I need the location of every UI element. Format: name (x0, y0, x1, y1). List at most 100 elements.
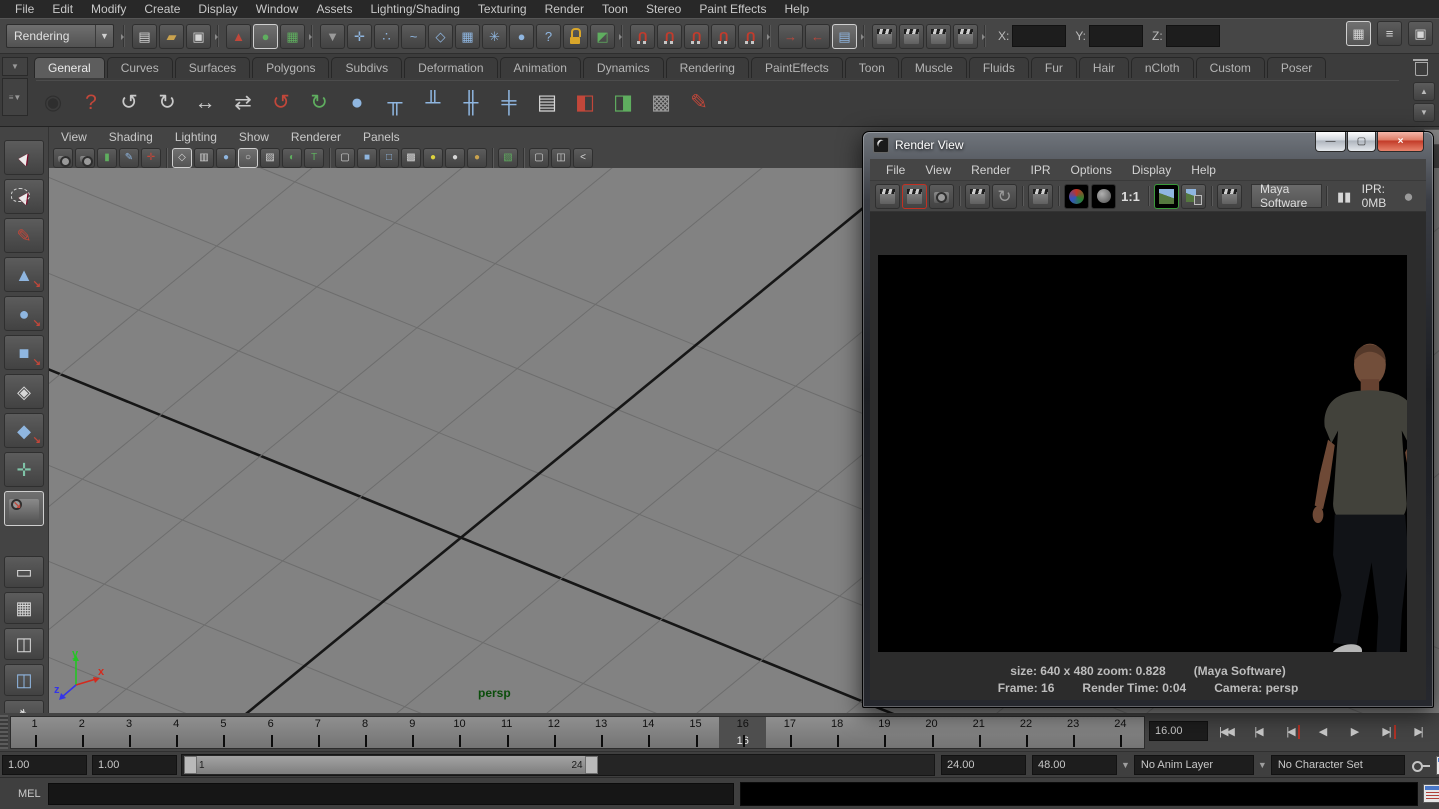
menu-assets[interactable]: Assets (307, 1, 361, 17)
wireframe-mode-icon[interactable]: ◇ (172, 148, 192, 168)
shelf-tab-painteffects[interactable]: PaintEffects (751, 57, 843, 78)
playback-end-field[interactable]: 24.00 (941, 755, 1026, 775)
character-set-selector[interactable]: No Character Set (1271, 755, 1405, 775)
animation-start-field[interactable]: 1.00 (2, 755, 87, 775)
go-to-end-icon[interactable]: ▶▶| (1435, 718, 1439, 746)
flat-lighting-icon[interactable]: ● (467, 148, 487, 168)
shelf-tab-deformation[interactable]: Deformation (404, 57, 497, 78)
share-view-icon[interactable]: < (573, 148, 593, 168)
coord-x-input[interactable] (1012, 25, 1066, 47)
range-slider[interactable]: 1 24 (181, 754, 935, 776)
menu-file[interactable]: File (6, 1, 43, 17)
render-canvas-area[interactable]: size: 640 x 480 zoom: 0.828 (Maya Softwa… (870, 211, 1426, 700)
checker-shade-icon[interactable]: ▩ (401, 148, 421, 168)
channel-box-icon[interactable]: ▦ (1346, 21, 1371, 46)
shelf-item-menu-icon[interactable]: ≡▼ (2, 78, 28, 116)
xray-mode-icon[interactable]: ▨ (260, 148, 280, 168)
textured-mode-icon[interactable]: T (304, 148, 324, 168)
layout-outliner-persp-icon[interactable]: ◫ (4, 628, 44, 660)
frame-selection-icon[interactable]: ◫ (551, 148, 571, 168)
shelf-tab-fluids[interactable]: Fluids (969, 57, 1029, 78)
menu-modify[interactable]: Modify (82, 1, 135, 17)
range-start-handle[interactable] (184, 756, 197, 774)
save-scene-icon[interactable]: ▣ (186, 24, 211, 49)
lock-selection-icon[interactable] (563, 24, 588, 49)
shelf-tab-animation[interactable]: Animation (500, 57, 581, 78)
command-line-language-label[interactable]: MEL (18, 788, 48, 800)
mask-surfaces-icon[interactable]: ◇ (428, 24, 453, 49)
group-separator[interactable] (214, 23, 223, 49)
step-back-one-frame-icon[interactable]: |◀ (1275, 718, 1305, 746)
menu-texturing[interactable]: Texturing (469, 1, 536, 17)
play-backwards-icon[interactable]: ◀ (1307, 718, 1337, 746)
ipr-status-indicator-icon[interactable]: ● (1396, 184, 1421, 209)
coord-z-input[interactable] (1166, 25, 1220, 47)
group-separator[interactable] (860, 23, 869, 49)
go-to-start-icon[interactable]: |◀◀ (1211, 718, 1241, 746)
shelf-tab-rendering[interactable]: Rendering (666, 57, 749, 78)
current-time-field[interactable]: 16.00 (1149, 721, 1208, 741)
2d-pan-zoom-icon[interactable]: ✛ (141, 148, 161, 168)
default-lighting-icon[interactable]: ● (445, 148, 465, 168)
undo-view-change-icon[interactable]: ↺ (265, 86, 297, 118)
image-plane-icon[interactable]: ▮ (97, 148, 117, 168)
camera-attributes-icon[interactable] (53, 148, 73, 168)
coord-y-input[interactable] (1089, 25, 1143, 47)
open-render-settings-icon[interactable] (1217, 184, 1242, 209)
highlight-selection-icon[interactable]: ◩ (590, 24, 615, 49)
render-menu-help[interactable]: Help (1181, 163, 1226, 177)
move-tool-icon[interactable]: ▲ (4, 257, 44, 292)
render-view-window[interactable]: Render View — ▢ × FileViewRenderIPROptio… (862, 131, 1434, 708)
panel-menu-view[interactable]: View (50, 130, 98, 144)
ik-handle-tool-icon[interactable]: ╨ (417, 86, 449, 118)
shelf-tab-dynamics[interactable]: Dynamics (583, 57, 664, 78)
shelf-tab-curves[interactable]: Curves (107, 57, 173, 78)
pause-ipr-tuning-icon[interactable]: ▮▮ (1332, 184, 1357, 209)
renderer-selector[interactable]: Maya Software (1251, 184, 1322, 208)
selection-mask-menu-icon[interactable]: ▼ (320, 24, 345, 49)
delete-unused-nodes-icon[interactable]: ● (341, 86, 373, 118)
mask-misc-icon[interactable]: ? (536, 24, 561, 49)
window-title-bar[interactable]: Render View (873, 136, 963, 154)
soft-modification-tool-icon[interactable]: ◆ (4, 413, 44, 448)
shelf-tab-poser[interactable]: Poser (1267, 57, 1326, 78)
menu-stereo[interactable]: Stereo (637, 1, 690, 17)
shelf-tab-fur[interactable]: Fur (1031, 57, 1077, 78)
layout-four-pane-icon[interactable]: ▦ (4, 592, 44, 624)
minimize-button[interactable]: — (1315, 132, 1346, 152)
drag-handle[interactable] (0, 715, 8, 749)
selection-highlighting-icon[interactable]: ▧ (498, 148, 518, 168)
remove-image-icon[interactable] (1181, 184, 1206, 209)
group-separator[interactable] (308, 23, 317, 49)
render-menu-ipr[interactable]: IPR (1021, 163, 1061, 177)
trash-icon[interactable] (1411, 54, 1431, 76)
step-forward-one-frame-icon[interactable]: ▶| (1371, 718, 1401, 746)
hypergraph-panel-icon[interactable]: ▤ (531, 86, 563, 118)
roll-camera-icon[interactable]: ↻ (151, 86, 183, 118)
render-menu-render[interactable]: Render (961, 163, 1020, 177)
animation-end-field[interactable]: 48.00 (1032, 755, 1117, 775)
shelf-scroll-up-icon[interactable]: ▲ (1413, 82, 1435, 101)
lasso-select-tool-icon[interactable] (4, 179, 44, 214)
time-slider[interactable]: 1234567891011121314151616171819202122232… (10, 716, 1145, 749)
default-material-icon[interactable]: ○ (238, 148, 258, 168)
universal-manipulator-icon[interactable]: ◈ (4, 374, 44, 409)
help-line-icon[interactable]: ? (75, 86, 107, 118)
camera-bookmarks-icon[interactable] (75, 148, 95, 168)
shelf-tab-hair[interactable]: Hair (1079, 57, 1129, 78)
isolate-select-icon[interactable]: ▢ (529, 148, 549, 168)
ik-spline-tool-icon[interactable]: ╫ (455, 86, 487, 118)
display-rgb-channels-icon[interactable] (1064, 184, 1089, 209)
range-end-handle[interactable] (585, 756, 598, 774)
shelf-tab-toon[interactable]: Toon (845, 57, 899, 78)
menu-help[interactable]: Help (776, 1, 819, 17)
duplicate-special-icon[interactable]: ◨ (607, 86, 639, 118)
tool-settings-icon[interactable]: ▣ (1408, 21, 1433, 46)
auto-keyframe-icon[interactable] (1411, 757, 1431, 773)
play-forwards-icon[interactable]: ▶ (1339, 718, 1369, 746)
menu-paint-effects[interactable]: Paint Effects (690, 1, 775, 17)
snap-align-objects-icon[interactable]: ◧ (569, 86, 601, 118)
render-current-frame-icon[interactable] (899, 24, 924, 49)
redo-view-change-icon[interactable]: ↻ (303, 86, 335, 118)
layout-single-pane-icon[interactable]: ▭ (4, 556, 44, 588)
